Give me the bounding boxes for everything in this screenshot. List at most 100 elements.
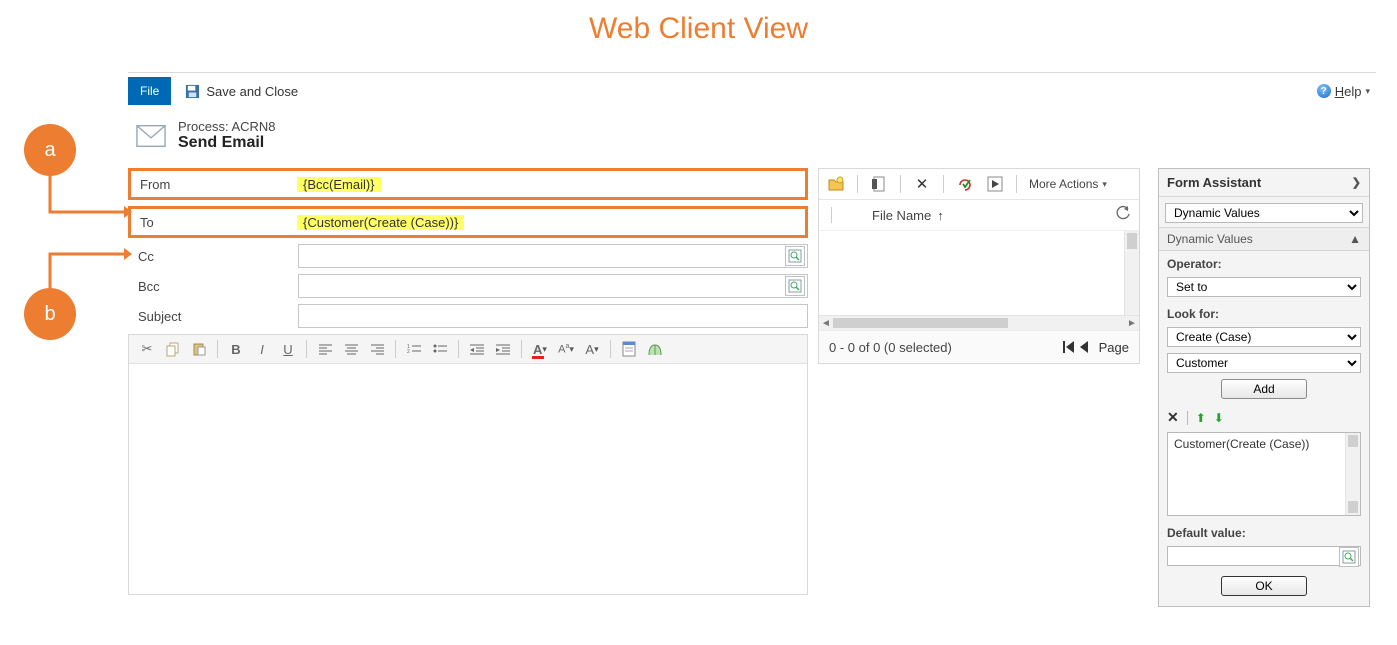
to-label: To: [133, 215, 297, 230]
refresh-icon: [1116, 206, 1131, 221]
delete-attachment-button[interactable]: ✕: [909, 172, 935, 196]
prev-page-icon: [1079, 341, 1089, 353]
ordered-list-button[interactable]: 12: [402, 338, 426, 360]
from-value: {Bcc(Email)}: [297, 177, 381, 192]
assistant-mode-select[interactable]: Dynamic Values: [1165, 203, 1363, 223]
new-attachment-button[interactable]: [823, 172, 849, 196]
form-assistant-body: Operator: Set to Look for: Create (Case)…: [1159, 251, 1369, 606]
align-right-icon: [371, 344, 384, 355]
sort-asc-icon: ↑: [937, 208, 944, 223]
save-and-close-label: Save and Close: [206, 84, 298, 99]
refresh-attachments-button[interactable]: [952, 172, 978, 196]
collapse-section-icon[interactable]: ▲: [1349, 232, 1361, 246]
cc-field[interactable]: [298, 244, 808, 268]
list-item[interactable]: Customer(Create (Case)): [1174, 437, 1309, 451]
from-field[interactable]: {Bcc(Email)}: [297, 173, 803, 195]
rich-text-editor: ✂ B I U 12: [128, 334, 808, 595]
copy-button[interactable]: [161, 338, 185, 360]
chevron-down-icon: ▾: [1102, 179, 1107, 190]
align-center-button[interactable]: [339, 338, 363, 360]
more-actions-label: More Actions: [1029, 177, 1098, 191]
font-size-button[interactable]: Aa▾: [554, 338, 578, 360]
play-icon: [988, 177, 1002, 191]
editor-toolbar: ✂ B I U 12: [129, 335, 807, 364]
file-menu-button[interactable]: File: [128, 77, 171, 105]
font-family-icon: A: [585, 342, 594, 357]
copy-icon: [167, 343, 180, 356]
italic-icon: I: [260, 342, 264, 357]
add-button[interactable]: Add: [1221, 379, 1307, 399]
unordered-list-button[interactable]: [428, 338, 452, 360]
filename-column-header[interactable]: File Name↑: [872, 208, 944, 223]
scroll-right-icon[interactable]: ►: [1125, 318, 1139, 329]
scroll-left-icon[interactable]: ◄: [819, 318, 833, 329]
bcc-field[interactable]: [298, 274, 808, 298]
attachments-list[interactable]: [819, 231, 1139, 315]
bold-button[interactable]: B: [224, 338, 248, 360]
default-value-input[interactable]: [1167, 546, 1361, 566]
italic-button[interactable]: I: [250, 338, 274, 360]
collapse-right-icon[interactable]: ❯: [1352, 176, 1361, 189]
align-right-button[interactable]: [365, 338, 389, 360]
article-icon: [648, 343, 662, 356]
outdent-button[interactable]: [465, 338, 489, 360]
play-attachment-button[interactable]: [982, 172, 1008, 196]
to-field[interactable]: {Customer(Create (Case))}: [297, 211, 803, 233]
underline-button[interactable]: U: [276, 338, 300, 360]
app-window: File Save and Close ? Help ▾ Process: AC…: [128, 72, 1376, 607]
indent-button[interactable]: [491, 338, 515, 360]
font-color-button[interactable]: A▾: [528, 338, 552, 360]
horizontal-scrollbar[interactable]: ◄ ►: [819, 315, 1139, 330]
form-header: Process: ACRN8 Send Email: [128, 109, 1376, 168]
delete-icon: ✕: [916, 175, 929, 193]
help-label: Help: [1335, 84, 1362, 99]
lookfor-field-select[interactable]: Customer: [1167, 353, 1361, 373]
move-up-button[interactable]: ⬆: [1196, 411, 1206, 425]
attach-icon: [872, 176, 886, 192]
prev-page-button[interactable]: [1079, 341, 1089, 353]
save-icon: [185, 84, 200, 99]
more-actions-menu[interactable]: More Actions ▾: [1029, 177, 1107, 191]
operator-select[interactable]: Set to: [1167, 277, 1361, 297]
from-label: From: [133, 177, 297, 192]
help-menu[interactable]: ? Help ▾: [1317, 84, 1370, 99]
font-size-icon: Aa: [558, 343, 569, 356]
refresh-list-button[interactable]: [1116, 206, 1131, 224]
selected-values-list[interactable]: Customer(Create (Case)): [1167, 432, 1361, 516]
chevron-down-icon: ▾: [1365, 86, 1370, 97]
subject-label: Subject: [128, 309, 298, 324]
align-left-button[interactable]: [313, 338, 337, 360]
attachments-footer: 0 - 0 of 0 (0 selected) Page: [819, 330, 1139, 363]
move-down-button[interactable]: ⬇: [1214, 411, 1224, 425]
remove-item-button[interactable]: ✕: [1167, 409, 1179, 426]
form-title: Send Email: [178, 134, 276, 152]
editor-canvas[interactable]: [129, 364, 807, 594]
mail-icon: [136, 124, 166, 148]
save-and-close-button[interactable]: Save and Close: [185, 84, 298, 99]
email-fields-panel: From {Bcc(Email)} To {Customer(Create (C…: [128, 168, 808, 595]
subject-field[interactable]: [298, 304, 808, 328]
default-value-lookup-button[interactable]: [1339, 547, 1359, 567]
vertical-scrollbar[interactable]: [1124, 231, 1139, 315]
template-icon: [623, 342, 635, 356]
bcc-label: Bcc: [128, 279, 298, 294]
first-page-button[interactable]: [1063, 341, 1075, 353]
font-color-icon: A: [533, 342, 542, 357]
attachments-toolbar: ✕ More Actions ▾: [819, 169, 1139, 200]
ok-button[interactable]: OK: [1221, 576, 1307, 596]
lookfor-entity-select[interactable]: Create (Case): [1167, 327, 1361, 347]
default-value-label: Default value:: [1167, 526, 1361, 540]
bcc-lookup-button[interactable]: [785, 276, 805, 296]
font-family-button[interactable]: A▾: [580, 338, 604, 360]
callout-a: a: [24, 124, 76, 176]
paste-button[interactable]: [187, 338, 211, 360]
list-scrollbar[interactable]: [1345, 433, 1360, 515]
cut-button[interactable]: ✂: [135, 338, 159, 360]
align-center-icon: [345, 344, 358, 355]
form-assistant-title: Form Assistant: [1167, 175, 1261, 190]
page-heading: Web Client View: [0, 0, 1397, 52]
cc-lookup-button[interactable]: [785, 246, 805, 266]
insert-article-button[interactable]: [643, 338, 667, 360]
attach-file-button[interactable]: [866, 172, 892, 196]
insert-template-button[interactable]: [617, 338, 641, 360]
